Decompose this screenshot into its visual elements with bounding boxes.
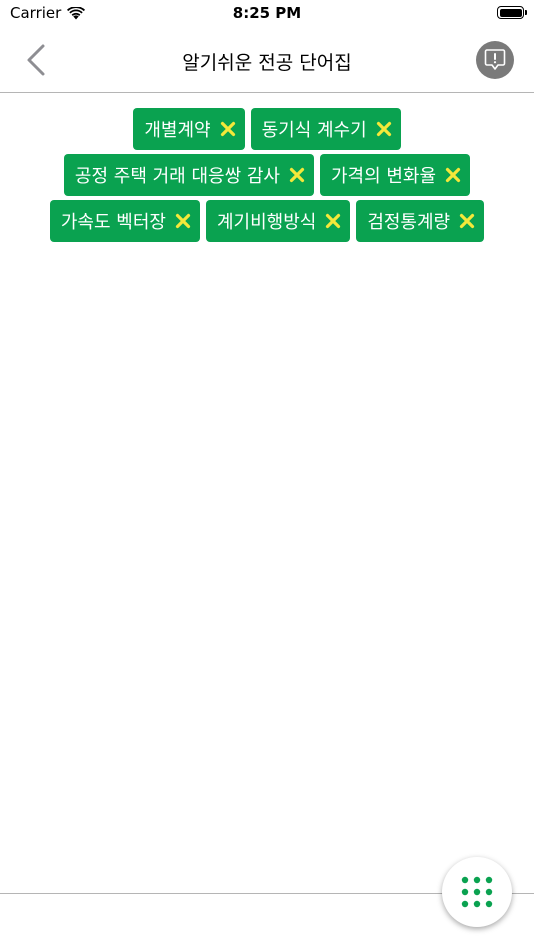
- term-tag-label: 공정 주택 거래 대응쌍 감사: [74, 166, 280, 187]
- close-icon: [376, 121, 391, 137]
- report-button[interactable]: [476, 41, 514, 79]
- term-tag[interactable]: 가속도 벡터장: [49, 200, 200, 242]
- term-tag[interactable]: 공정 주택 거래 대응쌍 감사: [63, 154, 314, 196]
- term-tag[interactable]: 계기비행방식: [205, 200, 351, 242]
- close-icon: [175, 213, 191, 229]
- remove-tag-button[interactable]: [444, 166, 462, 184]
- term-tag-label: 가속도 벡터장: [60, 212, 166, 233]
- remove-tag-button[interactable]: [288, 166, 306, 184]
- remove-tag-button[interactable]: [324, 212, 342, 230]
- term-tag[interactable]: 동기식 계수기: [250, 108, 401, 150]
- navigation-bar: 알기쉬운 전공 단어집: [0, 28, 534, 93]
- term-tag-label: 계기비행방식: [216, 212, 317, 233]
- term-tag-label: 검정통계량: [367, 212, 451, 233]
- remove-tag-button[interactable]: [174, 212, 192, 230]
- page-title: 알기쉬운 전공 단어집: [182, 52, 352, 74]
- remove-tag-button[interactable]: [375, 120, 393, 138]
- status-time: 8:25 PM: [232, 4, 302, 22]
- close-icon: [326, 213, 341, 229]
- menu-button[interactable]: [442, 857, 512, 927]
- term-tag[interactable]: 검정통계량: [356, 200, 485, 242]
- alert-badge-icon: [484, 49, 506, 70]
- term-tag-label: 개별계약: [144, 120, 211, 141]
- selected-terms-list: 개별계약 동기식 계수기 공정 주택 거래 대응쌍 감사 가격의 변화율 가속도…: [12, 108, 522, 242]
- term-tag-label: 가격의 변화율: [330, 166, 437, 187]
- close-icon: [289, 167, 305, 183]
- grid-dots-icon: [461, 876, 493, 908]
- close-icon: [220, 121, 235, 137]
- term-tag-label: 동기식 계수기: [261, 120, 367, 141]
- close-icon: [460, 213, 475, 229]
- term-tag[interactable]: 가격의 변화율: [319, 154, 471, 196]
- status-bar: Carrier 8:25 PM: [0, 0, 534, 28]
- battery-icon: [497, 6, 527, 19]
- term-tag[interactable]: 개별계약: [133, 108, 245, 150]
- remove-tag-button[interactable]: [458, 212, 476, 230]
- remove-tag-button[interactable]: [219, 120, 237, 138]
- close-icon: [445, 167, 461, 183]
